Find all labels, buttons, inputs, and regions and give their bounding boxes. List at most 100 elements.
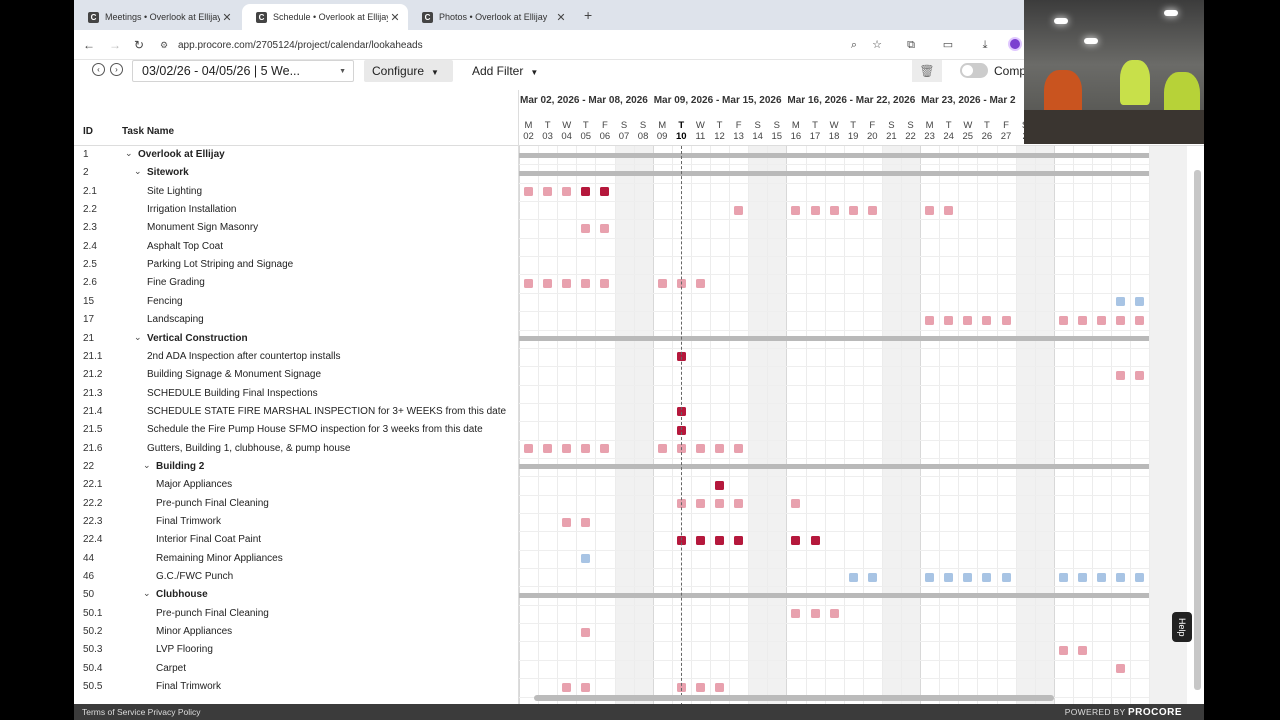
schedule-mark[interactable] — [600, 223, 610, 233]
schedule-mark[interactable] — [715, 682, 724, 692]
schedule-mark[interactable] — [562, 517, 572, 527]
bookmark-star-icon[interactable]: ☆ — [869, 37, 885, 53]
help-button[interactable]: Help — [1172, 612, 1192, 642]
schedule-mark[interactable] — [867, 572, 877, 582]
schedule-mark[interactable] — [810, 535, 820, 545]
schedule-mark[interactable] — [734, 444, 744, 454]
tab-photos[interactable]: C Photos • Overlook at Ellijay ✕ — [408, 4, 574, 30]
schedule-mark[interactable] — [581, 187, 591, 197]
schedule-mark[interactable] — [944, 205, 954, 215]
profile-avatar[interactable] — [1008, 37, 1022, 51]
schedule-mark[interactable] — [581, 278, 591, 288]
schedule-mark[interactable] — [581, 682, 591, 692]
schedule-mark[interactable] — [1058, 572, 1068, 582]
schedule-mark[interactable] — [791, 499, 801, 509]
schedule-mark[interactable] — [1097, 315, 1106, 325]
schedule-mark[interactable] — [695, 278, 705, 288]
schedule-mark[interactable] — [829, 609, 839, 619]
chevron-down-icon[interactable]: ⌄ — [134, 332, 142, 343]
schedule-mark[interactable] — [695, 682, 705, 692]
schedule-mark[interactable] — [695, 535, 705, 545]
schedule-mark[interactable] — [1116, 297, 1126, 307]
schedule-mark[interactable] — [524, 278, 533, 288]
vertical-scrollbar[interactable] — [1194, 170, 1201, 690]
schedule-mark[interactable] — [715, 480, 724, 490]
schedule-mark[interactable] — [581, 627, 591, 637]
schedule-mark[interactable] — [581, 223, 591, 233]
schedule-mark[interactable] — [1077, 572, 1087, 582]
back-icon[interactable]: ← — [80, 36, 98, 54]
zoom-icon[interactable]: ⌕ — [846, 37, 862, 53]
schedule-mark[interactable] — [791, 205, 801, 215]
schedule-mark[interactable] — [1001, 315, 1011, 325]
schedule-mark[interactable] — [543, 187, 553, 197]
horizontal-scrollbar[interactable] — [534, 695, 1054, 701]
schedule-mark[interactable] — [963, 315, 973, 325]
schedule-mark[interactable] — [715, 535, 724, 545]
schedule-mark[interactable] — [810, 205, 820, 215]
schedule-mark[interactable] — [695, 499, 705, 509]
schedule-mark[interactable] — [1097, 572, 1106, 582]
schedule-mark[interactable] — [581, 554, 591, 564]
chevron-down-icon[interactable]: ⌄ — [143, 460, 151, 471]
chevron-down-icon[interactable]: ⌄ — [125, 148, 133, 159]
schedule-mark[interactable] — [1116, 572, 1126, 582]
schedule-mark[interactable] — [848, 572, 858, 582]
schedule-mark[interactable] — [734, 535, 744, 545]
schedule-mark[interactable] — [1135, 572, 1145, 582]
schedule-mark[interactable] — [600, 444, 610, 454]
schedule-mark[interactable] — [581, 444, 591, 454]
schedule-mark[interactable] — [657, 444, 667, 454]
schedule-mark[interactable] — [925, 572, 935, 582]
schedule-mark[interactable] — [925, 315, 935, 325]
date-range-select[interactable]: 03/02/26 - 04/05/26 | 5 We... ▼ — [132, 60, 354, 82]
url-field[interactable]: ⚙ app.procore.com/2705124/project/calenda… — [160, 35, 1030, 55]
schedule-mark[interactable] — [1135, 297, 1145, 307]
schedule-mark[interactable] — [524, 187, 533, 197]
schedule-mark[interactable] — [1135, 315, 1145, 325]
chevron-down-icon[interactable]: ⌄ — [143, 588, 151, 599]
schedule-mark[interactable] — [944, 572, 954, 582]
tab-meetings[interactable]: C Meetings • Overlook at Ellijay ✕ — [74, 4, 240, 30]
schedule-mark[interactable] — [791, 535, 801, 545]
schedule-mark[interactable] — [695, 444, 705, 454]
schedule-mark[interactable] — [1077, 645, 1087, 655]
schedule-mark[interactable] — [600, 278, 610, 288]
schedule-mark[interactable] — [543, 444, 553, 454]
schedule-mark[interactable] — [925, 205, 935, 215]
schedule-mark[interactable] — [657, 278, 667, 288]
download-icon[interactable]: ⤓ — [977, 37, 993, 53]
schedule-mark[interactable] — [543, 278, 553, 288]
schedule-mark[interactable] — [600, 187, 610, 197]
next-range-icon[interactable]: › — [110, 63, 123, 76]
schedule-mark[interactable] — [524, 444, 533, 454]
schedule-mark[interactable] — [581, 517, 591, 527]
schedule-mark[interactable] — [715, 499, 724, 509]
schedule-mark[interactable] — [1058, 315, 1068, 325]
close-icon[interactable]: ✕ — [554, 11, 568, 24]
schedule-mark[interactable] — [982, 572, 992, 582]
task-name-column-header[interactable]: Task Name — [122, 126, 174, 137]
schedule-mark[interactable] — [982, 315, 992, 325]
complete-toggle[interactable] — [960, 63, 988, 78]
schedule-mark[interactable] — [810, 609, 820, 619]
reload-icon[interactable]: ↻ — [130, 36, 148, 54]
schedule-mark[interactable] — [734, 499, 744, 509]
tab-schedule[interactable]: C Schedule • Overlook at Ellijay ✕ — [242, 4, 408, 30]
schedule-mark[interactable] — [1135, 370, 1145, 380]
schedule-mark[interactable] — [848, 205, 858, 215]
schedule-mark[interactable] — [791, 609, 801, 619]
footer-links[interactable]: Terms of Service Privacy Policy — [82, 704, 201, 720]
new-tab-button[interactable]: + — [584, 7, 592, 23]
schedule-mark[interactable] — [1058, 645, 1068, 655]
schedule-mark[interactable] — [562, 187, 572, 197]
close-icon[interactable]: ✕ — [388, 11, 402, 24]
schedule-mark[interactable] — [734, 205, 744, 215]
chevron-down-icon[interactable]: ⌄ — [134, 166, 142, 177]
add-filter-button[interactable]: Add Filter ▼ — [472, 60, 538, 82]
schedule-mark[interactable] — [1077, 315, 1087, 325]
configure-button[interactable]: Configure ▼ — [364, 60, 453, 82]
schedule-mark[interactable] — [867, 205, 877, 215]
schedule-mark[interactable] — [562, 278, 572, 288]
schedule-mark[interactable] — [715, 444, 724, 454]
